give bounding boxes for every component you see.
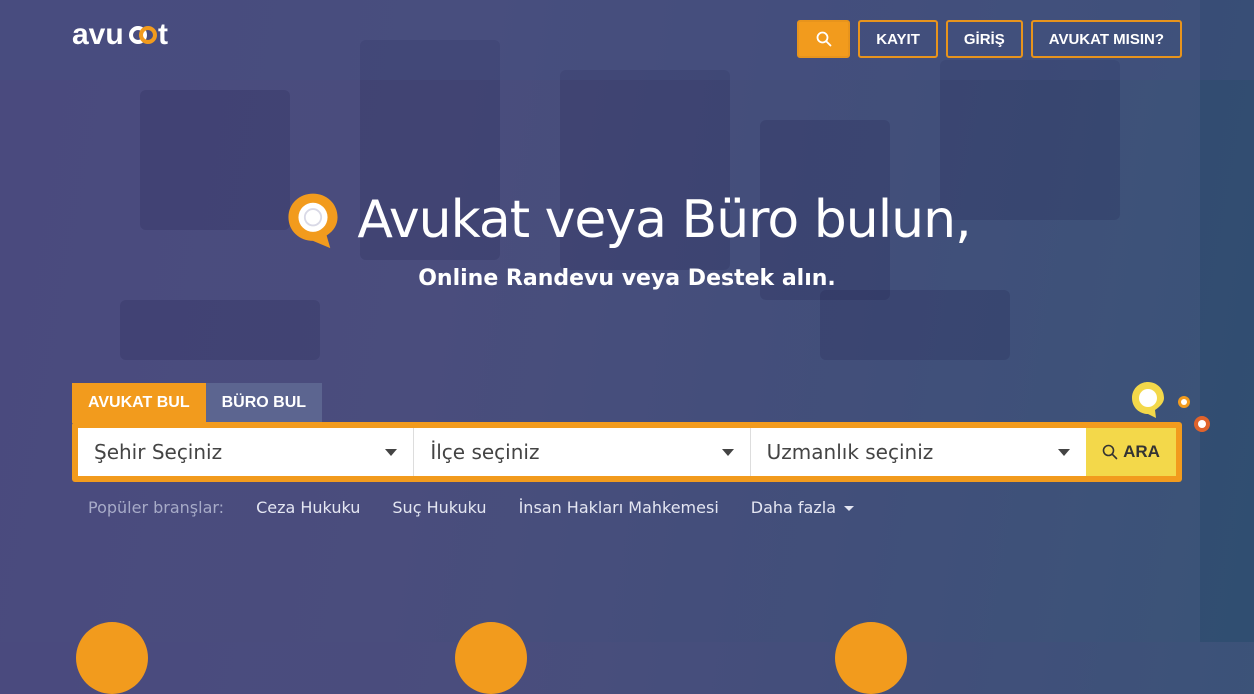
tab-find-office[interactable]: BÜRO BUL — [205, 383, 323, 423]
header-nav: KAYIT GİRİŞ AVUKAT MISIN? — [797, 20, 1182, 58]
hero-title: Avukat veya Büro bulun, — [357, 190, 971, 250]
avukat-logo: avu t — [72, 18, 168, 51]
search-button[interactable] — [797, 20, 851, 58]
chevron-down-icon — [721, 448, 734, 456]
search-icon — [816, 31, 832, 47]
login-button[interactable]: GİRİŞ — [945, 20, 1023, 58]
specialty-select[interactable]: Uzmanlık seçiniz — [750, 428, 1086, 476]
search-icon — [1102, 444, 1118, 460]
feature-icon — [455, 622, 527, 694]
feature-icon — [835, 622, 907, 694]
chevron-down-icon — [385, 448, 398, 456]
site-logo[interactable]: avu t — [72, 16, 178, 52]
search-submit-button[interactable]: ARA — [1085, 428, 1176, 476]
top-navigation-bar: avu t KAYIT GİRİŞ AVUKAT MISIN? — [0, 0, 1254, 80]
caret-down-icon — [844, 506, 855, 511]
popular-branch-link[interactable]: Suç Hukuku — [392, 498, 486, 517]
specialty-select-placeholder: Uzmanlık seçiniz — [766, 440, 934, 464]
city-select[interactable]: Şehir Seçiniz — [78, 428, 415, 476]
search-submit-label: ARA — [1123, 442, 1160, 461]
are-you-lawyer-button[interactable]: AVUKAT MISIN? — [1030, 20, 1182, 58]
district-select[interactable]: İlçe seçiniz — [414, 428, 751, 476]
register-button[interactable]: KAYIT — [858, 20, 938, 58]
popular-branch-link[interactable]: Ceza Hukuku — [256, 498, 360, 517]
popular-branch-link[interactable]: İnsan Hakları Mahkemesi — [519, 498, 719, 517]
svg-text:t: t — [158, 18, 168, 51]
popular-branches-label: Popüler branşlar: — [88, 498, 225, 517]
chevron-down-icon — [1057, 448, 1070, 456]
location-pin-icon — [288, 193, 338, 249]
search-form: Şehir Seçiniz İlçe seçiniz Uzmanlık seçi… — [72, 422, 1182, 482]
background-decoration — [0, 0, 1254, 642]
feature-icon — [76, 622, 148, 694]
popular-branches: Popüler branşlar: Ceza Hukuku Suç Hukuku… — [88, 498, 855, 517]
svg-text:avu: avu — [72, 18, 124, 51]
more-branches-dropdown[interactable]: Daha fazla — [750, 498, 855, 517]
city-select-placeholder: Şehir Seçiniz — [94, 440, 223, 464]
more-branches-label: Daha fazla — [750, 498, 837, 517]
tab-find-lawyer[interactable]: AVUKAT BUL — [72, 383, 206, 423]
district-select-placeholder: İlçe seçiniz — [430, 440, 540, 464]
hero-heading: Avukat veya Büro bulun, — [0, 190, 1254, 250]
search-tabs: AVUKAT BUL BÜRO BUL — [72, 383, 323, 423]
hero-subtitle: Online Randevu veya Destek alın. — [418, 266, 836, 291]
